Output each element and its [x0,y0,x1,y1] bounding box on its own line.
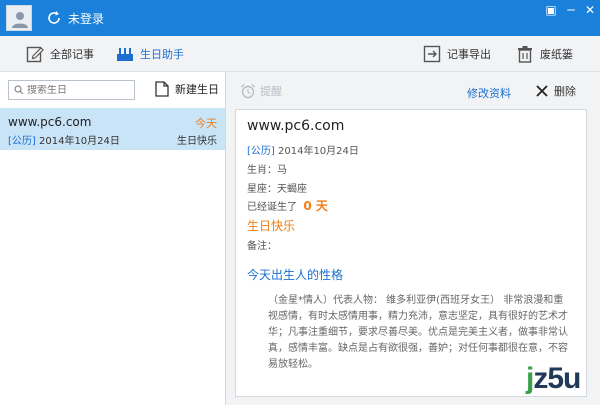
export-button[interactable]: 记事导出 [423,43,491,65]
birthday-helper-button[interactable]: 生日助手 [116,43,184,65]
list-item-name: www.pc6.com [8,115,92,129]
remind-label: 提醒 [260,85,282,98]
list-item[interactable]: www.pc6.com [公历] 2014年10月24日 今天 生日快乐 [0,108,225,150]
export-icon [423,45,441,63]
delete-label: 删除 [554,85,576,98]
close-icon [536,85,548,97]
edit-profile-link[interactable]: 修改资料 [467,85,511,101]
edit-note-icon [26,46,44,63]
refresh-icon[interactable] [46,10,62,26]
detail-pane: 提醒 修改资料 删除 www.pc6.com [公历] 2014年10月24日 … [226,72,600,405]
minimize-button[interactable]: ─ [563,2,579,18]
alarm-clock-icon [241,84,255,99]
new-document-icon [155,81,169,97]
trash-label: 废纸篓 [540,48,573,61]
close-button[interactable]: ✕ [582,2,598,18]
detail-zodiac: 生肖：马 [247,165,287,176]
detail-born-days: 已经诞生了 0 天 [247,199,328,213]
cake-icon [117,48,133,61]
birthday-list-pane: 新建生日 www.pc6.com [公历] 2014年10月24日 今天 生日快… [0,72,226,405]
login-status[interactable]: 未登录 [68,10,104,27]
avatar[interactable] [6,5,32,31]
detail-note: 备注： [247,241,277,252]
trash-button[interactable]: 废纸篓 [516,43,573,65]
all-notes-button[interactable]: 全部记事 [26,43,94,65]
personality-title: 今天出生人的性格 [247,268,344,282]
search-input[interactable] [27,84,127,96]
today-badge: 今天 [195,117,217,130]
new-birthday-button[interactable]: 新建生日 [155,81,219,97]
restore-button[interactable]: ▣ [543,2,559,18]
list-item-status: 生日快乐 [177,136,217,147]
user-icon [12,12,28,28]
toolbar: 全部记事 生日助手 记事导出 废纸篓 [0,36,600,72]
trash-icon [518,46,532,63]
watermark-logo: jz5u [526,362,581,395]
search-icon [14,85,24,95]
remind-button[interactable]: 提醒 [240,83,282,99]
detail-date: [公历] 2014年10月24日 [247,146,359,157]
detail-constellation: 星座：天蝎座 [247,184,307,195]
title-bar: 未登录 ▣ ─ ✕ [0,0,600,36]
birthday-helper-label: 生日助手 [140,48,184,61]
personality-text: （金星*情人）代表人物： 维多利亚伊(西班牙女王） 非常浪漫和重视感情，有时太感… [268,295,568,370]
list-item-date: [公历] 2014年10月24日 [8,136,120,147]
new-birthday-label: 新建生日 [175,83,219,96]
export-label: 记事导出 [447,48,491,61]
birthday-detail-card: www.pc6.com [公历] 2014年10月24日 生肖：马 星座：天蝎座… [235,109,587,397]
search-box[interactable] [8,80,135,100]
detail-happy-text: 生日快乐 [247,219,296,233]
detail-name: www.pc6.com [247,118,345,134]
all-notes-label: 全部记事 [50,48,94,61]
delete-button[interactable]: 删除 [536,83,576,99]
